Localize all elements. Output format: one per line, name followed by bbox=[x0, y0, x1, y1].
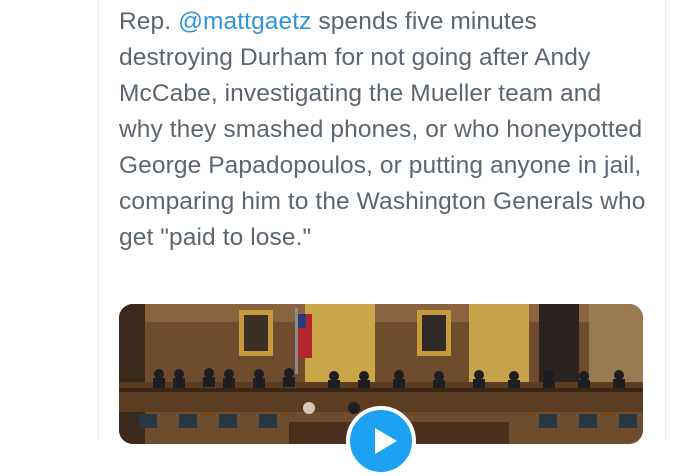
tweet-text: Rep. @mattgaetz spends five minutes dest… bbox=[119, 4, 649, 256]
tweet-body: spends five minutes destroying Durham fo… bbox=[119, 8, 646, 251]
mention-link[interactable]: @mattgaetz bbox=[178, 8, 311, 35]
tweet-prefix: Rep. bbox=[119, 8, 179, 35]
play-icon[interactable] bbox=[346, 406, 416, 476]
